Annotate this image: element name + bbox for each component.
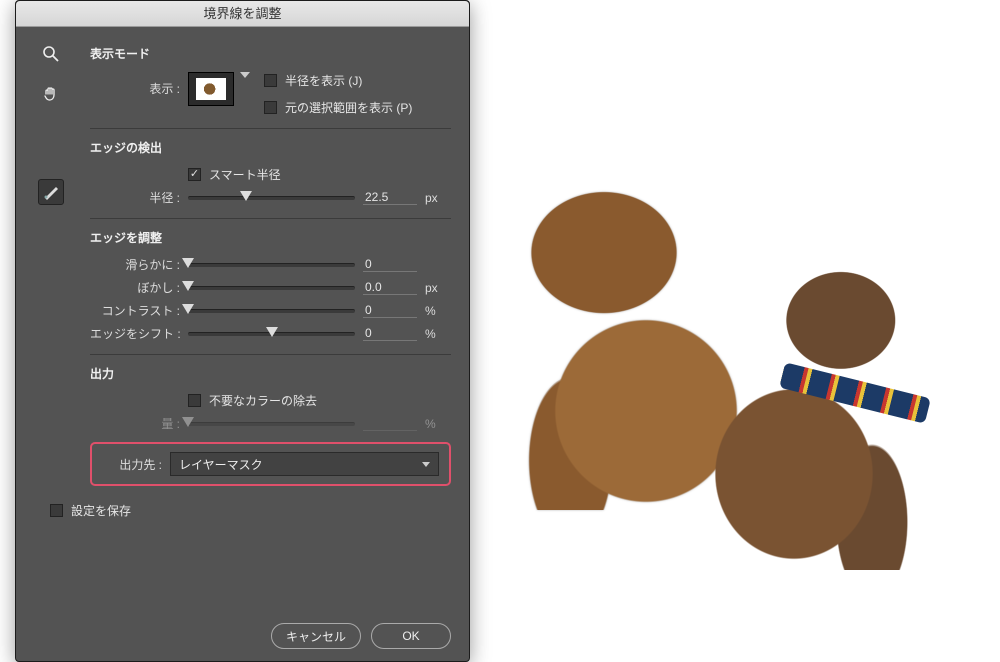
section-edge-detection: エッジの検出	[90, 139, 451, 156]
section-output: 出力	[90, 365, 451, 382]
shift-unit: %	[425, 327, 451, 341]
view-mode-thumbnail[interactable]	[188, 72, 234, 106]
refine-brush-tool-icon[interactable]	[38, 179, 64, 205]
show-radius-label: 半径を表示 (J)	[285, 72, 362, 89]
chevron-down-icon	[422, 462, 430, 467]
section-adjust-edge: エッジを調整	[90, 229, 451, 246]
shift-label: エッジをシフト :	[90, 325, 180, 342]
refine-edge-dialog: 境界線を調整 表示モード 表示 : 半径	[15, 0, 470, 662]
chevron-down-icon[interactable]	[240, 72, 250, 78]
ok-button[interactable]: OK	[371, 623, 451, 649]
remember-settings-label: 設定を保存	[71, 502, 131, 519]
radius-slider[interactable]	[188, 196, 355, 200]
contrast-unit: %	[425, 304, 451, 318]
feather-unit: px	[425, 281, 451, 295]
shift-input[interactable]	[363, 326, 417, 341]
show-radius-checkbox[interactable]	[264, 74, 277, 87]
amount-slider	[188, 422, 355, 426]
radius-label: 半径 :	[90, 189, 180, 206]
feather-label: ぼかし :	[90, 279, 180, 296]
feather-slider[interactable]	[188, 286, 355, 290]
amount-unit: %	[425, 417, 451, 431]
show-label: 表示 :	[90, 72, 180, 97]
decontaminate-label: 不要なカラーの除去	[209, 392, 317, 409]
output-to-highlight: 出力先 : レイヤーマスク	[90, 442, 451, 486]
amount-input	[363, 416, 417, 431]
output-to-value: レイヤーマスク	[179, 456, 263, 473]
shift-slider[interactable]	[188, 332, 355, 336]
dialog-title: 境界線を調整	[16, 1, 469, 27]
dialog-footer: キャンセル OK	[271, 623, 451, 649]
decontaminate-checkbox[interactable]	[188, 394, 201, 407]
radius-input[interactable]	[363, 190, 417, 205]
feather-input[interactable]	[363, 280, 417, 295]
zoom-tool-icon[interactable]	[38, 41, 64, 67]
cancel-button[interactable]: キャンセル	[271, 623, 361, 649]
main-column: 表示モード 表示 : 半径を表示 (J) 元の選択範囲を表示 (P)	[86, 27, 469, 661]
smart-radius-checkbox[interactable]	[188, 168, 201, 181]
show-original-label: 元の選択範囲を表示 (P)	[285, 99, 412, 116]
smooth-slider[interactable]	[188, 263, 355, 267]
section-view-mode: 表示モード	[90, 45, 451, 62]
smooth-input[interactable]	[363, 257, 417, 272]
remember-settings-checkbox[interactable]	[50, 504, 63, 517]
radius-unit: px	[425, 191, 451, 205]
output-to-label: 出力先 :	[102, 456, 162, 473]
amount-label: 量 :	[90, 415, 180, 432]
contrast-label: コントラスト :	[90, 302, 180, 319]
smart-radius-label: スマート半径	[209, 166, 281, 183]
hand-tool-icon[interactable]	[38, 81, 64, 107]
contrast-input[interactable]	[363, 303, 417, 318]
show-original-checkbox[interactable]	[264, 101, 277, 114]
result-preview	[480, 120, 980, 600]
smooth-label: 滑らかに :	[90, 256, 180, 273]
contrast-slider[interactable]	[188, 309, 355, 313]
output-to-select[interactable]: レイヤーマスク	[170, 452, 439, 476]
tool-column	[16, 27, 86, 661]
